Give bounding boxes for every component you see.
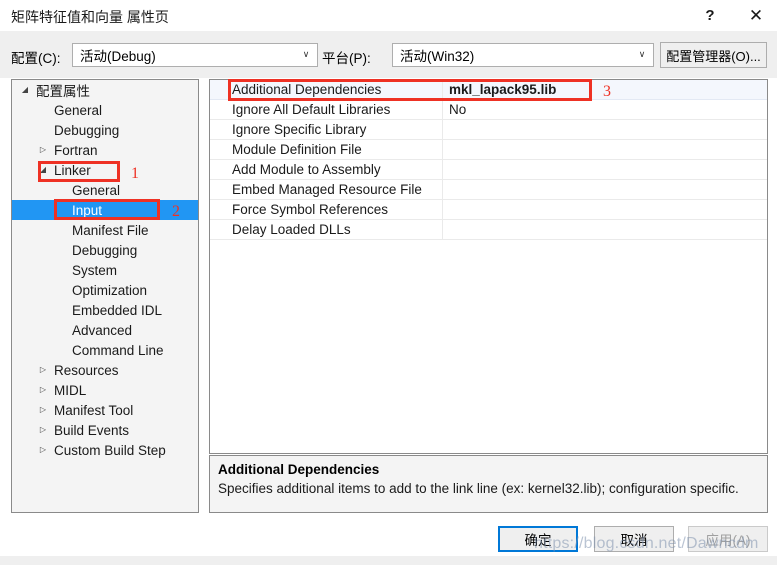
description-title: Additional Dependencies [218, 462, 380, 477]
tree-item-custom-build-step[interactable]: ▷ Custom Build Step [12, 440, 198, 460]
chevron-down-icon[interactable]: ◢ [36, 166, 50, 174]
tree-item-midl[interactable]: ▷ MIDL [12, 380, 198, 400]
close-button[interactable]: ✕ [734, 0, 777, 31]
tree-item-label: System [72, 262, 118, 278]
platform-value: 活动(Win32) [400, 49, 475, 64]
property-row[interactable]: Add Module to Assembly [210, 160, 767, 180]
chevron-right-icon[interactable]: ▷ [36, 366, 50, 374]
apply-button[interactable]: 应用(A) [688, 526, 768, 552]
tree-item-label: General [54, 102, 103, 118]
ok-button[interactable]: 确定 [498, 526, 578, 552]
close-icon: ✕ [748, 6, 764, 25]
chevron-right-icon[interactable]: ▷ [36, 426, 50, 434]
window-title: 矩阵特征值和向量 属性页 [11, 9, 169, 25]
annotation-number-1: 1 [131, 165, 139, 182]
tree-item-label: Debugging [54, 122, 120, 138]
chevron-right-icon[interactable]: ▷ [36, 386, 50, 394]
title-bar: 矩阵特征值和向量 属性页 ? ✕ [0, 0, 777, 31]
property-value[interactable] [442, 160, 767, 179]
property-row[interactable]: Delay Loaded DLLs [210, 220, 767, 240]
help-button[interactable]: ? [688, 0, 732, 31]
tree-item-label: Input [72, 202, 103, 218]
cancel-button[interactable]: 取消 [594, 526, 674, 552]
tree-item-general[interactable]: General [12, 100, 198, 120]
chevron-down-icon: ∨ [638, 48, 646, 59]
description-pane: Additional Dependencies Specifies additi… [209, 455, 768, 513]
tree-item-input[interactable]: Input [12, 200, 198, 220]
property-value[interactable]: No [442, 100, 767, 119]
tree-item-advanced[interactable]: Advanced [12, 320, 198, 340]
tree-item-embedded-idl[interactable]: Embedded IDL [12, 300, 198, 320]
tree-item-label: Custom Build Step [54, 442, 166, 458]
tree-item-debugging[interactable]: Debugging [12, 120, 198, 140]
property-row[interactable]: Additional Dependencies mkl_lapack95.lib [210, 80, 767, 100]
property-value[interactable] [442, 140, 767, 159]
tree-item-linker[interactable]: ◢ Linker [12, 160, 198, 180]
tree-item-label: Embedded IDL [72, 302, 163, 318]
annotation-number-2: 2 [172, 203, 180, 220]
property-value[interactable] [442, 180, 767, 199]
tree-item-label: Optimization [72, 282, 148, 298]
tree-item-fortran[interactable]: ▷ Fortran [12, 140, 198, 160]
annotation-number-3: 3 [603, 83, 611, 100]
tree-item-label: Debugging [72, 242, 138, 258]
chevron-right-icon[interactable]: ▷ [36, 406, 50, 414]
tree-item-label: 配置属性 [36, 84, 90, 99]
property-name: Add Module to Assembly [232, 162, 381, 177]
property-name: Embed Managed Resource File [232, 182, 422, 197]
description-text: Specifies additional items to add to the… [218, 481, 739, 496]
property-value[interactable] [442, 120, 767, 139]
tree-item-general[interactable]: General [12, 180, 198, 200]
chevron-right-icon[interactable]: ▷ [36, 146, 50, 154]
property-row[interactable]: Force Symbol References [210, 200, 767, 220]
chevron-down-icon: ∨ [302, 48, 310, 59]
tree-item-optimization[interactable]: Optimization [12, 280, 198, 300]
property-name: Module Definition File [232, 142, 362, 157]
question-mark-icon: ? [705, 7, 715, 24]
tree-item-label: Resources [54, 362, 119, 378]
tree-item-label: General [72, 182, 121, 198]
chevron-right-icon[interactable]: ▷ [36, 446, 50, 454]
configuration-label: 配置(C): [11, 51, 61, 66]
dialog-footer-strip [0, 556, 777, 565]
tree-item-manifest-file[interactable]: Manifest File [12, 220, 198, 240]
tree-item-[interactable]: ◢ 配置属性 [12, 80, 198, 100]
tree-item-label: Fortran [54, 142, 98, 158]
platform-label: 平台(P): [322, 51, 371, 66]
property-row[interactable]: Ignore All Default Libraries No [210, 100, 767, 120]
property-grid[interactable]: Additional Dependencies mkl_lapack95.lib I… [209, 79, 768, 454]
configuration-manager-button[interactable]: 配置管理器(O)... [660, 42, 767, 68]
configuration-properties-tree[interactable]: ◢ 配置属性 General Debugging ▷ Fortran ◢ Linker Gene… [11, 79, 199, 513]
tree-item-label: Build Events [54, 422, 130, 438]
tree-item-debugging[interactable]: Debugging [12, 240, 198, 260]
tree-item-command-line[interactable]: Command Line [12, 340, 198, 360]
tree-item-manifest-tool[interactable]: ▷ Manifest Tool [12, 400, 198, 420]
tree-item-resources[interactable]: ▷ Resources [12, 360, 198, 380]
tree-item-label: Advanced [72, 322, 133, 338]
property-name: Ignore All Default Libraries [232, 102, 391, 117]
property-name: Delay Loaded DLLs [232, 222, 351, 237]
property-row[interactable]: Embed Managed Resource File [210, 180, 767, 200]
tree-item-label: Command Line [72, 342, 164, 358]
property-name: Force Symbol References [232, 202, 389, 217]
platform-dropdown[interactable]: 活动(Win32) ∨ [392, 43, 654, 67]
configuration-dropdown[interactable]: 活动(Debug) ∨ [72, 43, 318, 67]
property-row[interactable]: Ignore Specific Library [210, 120, 767, 140]
tree-item-label: MIDL [54, 382, 87, 398]
tree-item-label: Manifest Tool [54, 402, 134, 418]
tree-item-label: Linker [54, 162, 91, 178]
chevron-down-icon[interactable]: ◢ [18, 86, 32, 94]
tree-item-build-events[interactable]: ▷ Build Events [12, 420, 198, 440]
property-value[interactable] [442, 200, 767, 219]
property-value[interactable] [442, 220, 767, 239]
property-name: Additional Dependencies [232, 82, 382, 97]
configuration-value: 活动(Debug) [80, 49, 156, 64]
tree-item-label: Manifest File [72, 222, 149, 238]
tree-item-system[interactable]: System [12, 260, 198, 280]
property-row[interactable]: Module Definition File [210, 140, 767, 160]
property-name: Ignore Specific Library [232, 122, 367, 137]
